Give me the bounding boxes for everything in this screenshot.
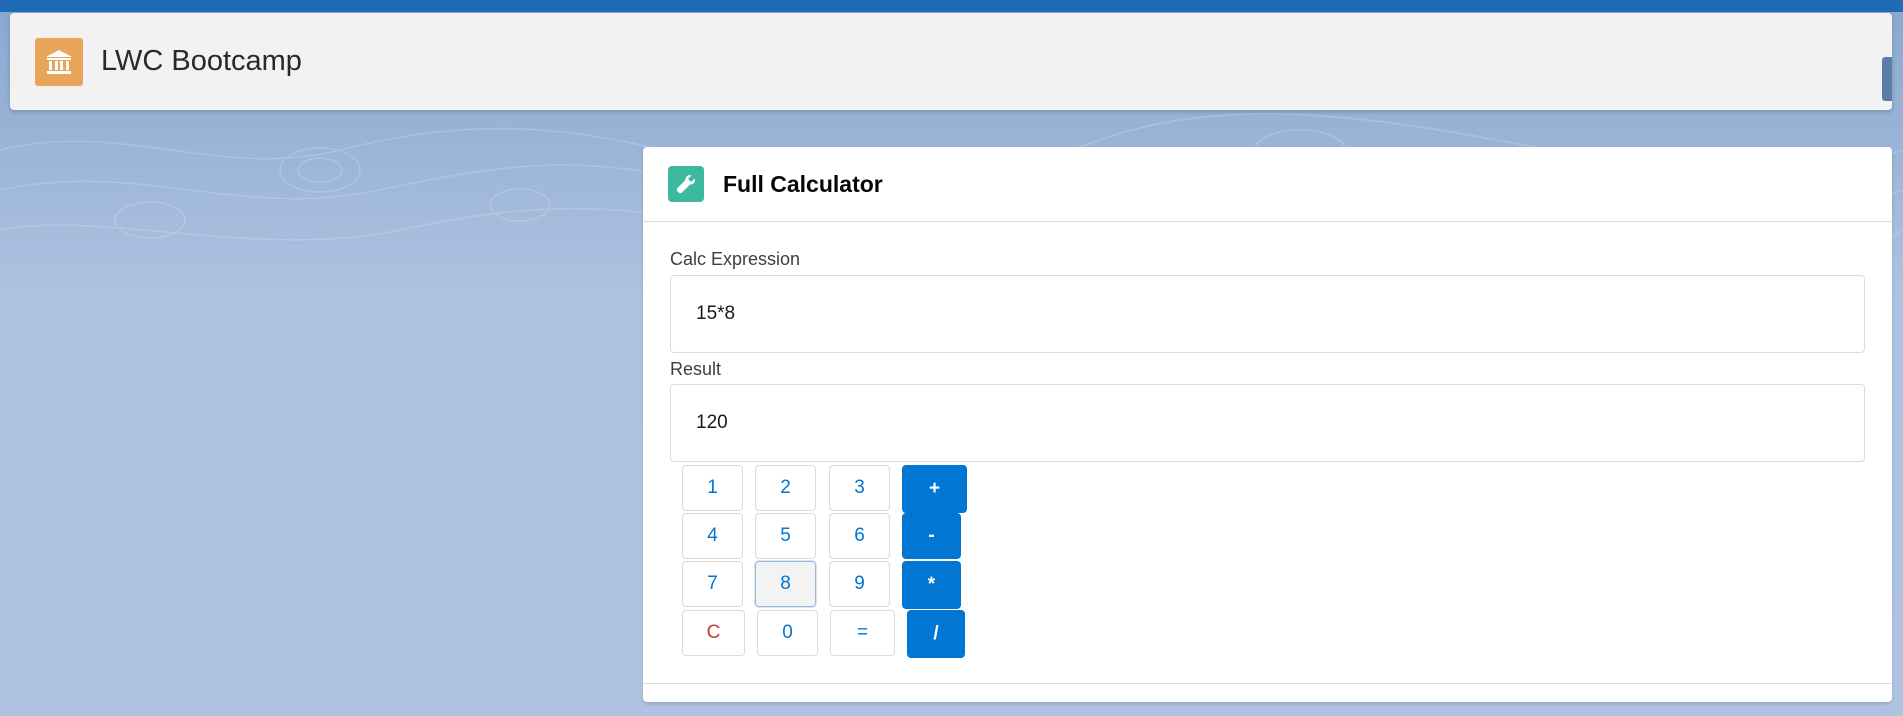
key-plus[interactable]: + [902,465,967,513]
key-6[interactable]: 6 [829,513,890,559]
app-title: LWC Bootcamp [101,45,302,77]
key-clear[interactable]: C [682,610,745,656]
key-9[interactable]: 9 [829,561,890,607]
utility-edge-tab[interactable] [1882,57,1892,101]
result-input[interactable]: 120 [670,384,1865,462]
calculator-card: Full Calculator Calc Expression 15*8 Res… [643,147,1892,702]
key-1[interactable]: 1 [682,465,743,511]
key-2[interactable]: 2 [755,465,816,511]
key-divide[interactable]: / [907,610,965,658]
card-header: Full Calculator [643,147,1892,222]
card-footer-divider [643,683,1892,684]
key-8[interactable]: 8 [755,561,816,607]
key-5[interactable]: 5 [755,513,816,559]
card-title: Full Calculator [723,170,883,197]
expression-label: Calc Expression [670,249,801,269]
key-7[interactable]: 7 [682,561,743,607]
wrench-icon [668,166,704,202]
key-minus[interactable]: - [902,513,961,559]
key-multiply[interactable]: * [902,561,961,609]
key-0[interactable]: 0 [757,610,818,656]
app-header: LWC Bootcamp [10,13,1892,110]
result-label: Result [670,359,722,379]
key-equals[interactable]: = [830,610,895,656]
bank-icon [35,37,83,86]
key-4[interactable]: 4 [682,513,743,559]
key-3[interactable]: 3 [829,465,890,511]
expression-input[interactable]: 15*8 [670,275,1865,353]
